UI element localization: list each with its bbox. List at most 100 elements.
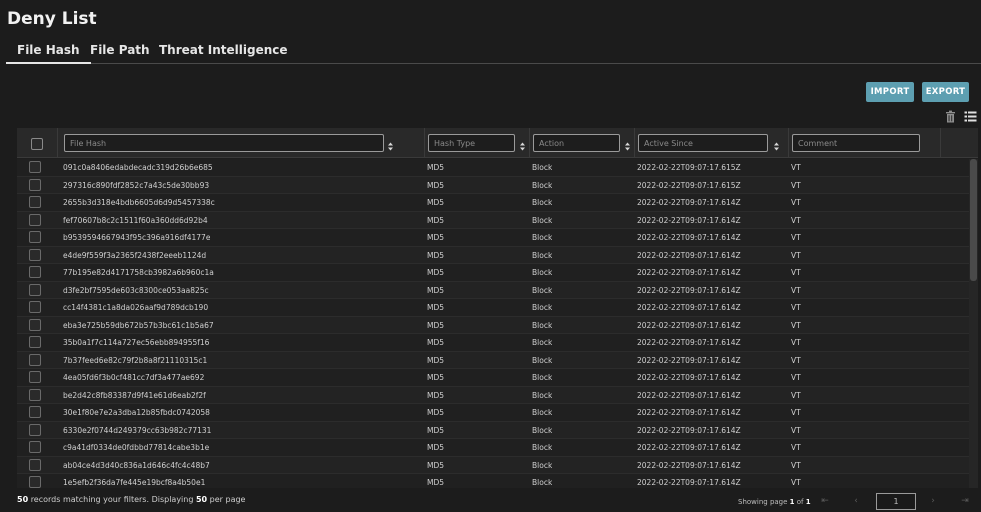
columns-list-icon[interactable] [964, 110, 977, 123]
file-hash-cell: be2d42c8fb83387d9f41e61d6eab2f2f [63, 390, 206, 400]
trash-icon[interactable] [944, 110, 957, 123]
row-checkbox[interactable] [29, 231, 41, 243]
hash-type-cell: MD5 [427, 478, 445, 487]
prev-page-icon[interactable]: ‹ [849, 494, 863, 508]
action-filter-input[interactable] [533, 134, 620, 152]
hash-type-cell: MD5 [427, 233, 445, 242]
row-checkbox[interactable] [29, 423, 41, 436]
table-row[interactable]: 091c0a8406edabdecadc319d26b6e685 MD5 Block… [17, 159, 969, 177]
table-row[interactable]: 2655b3d318e4bdb6605d6d9d5457338c MD5 Block… [17, 194, 969, 212]
active-since-cell: 2022-02-22T09:07:17.614Z [637, 320, 741, 330]
row-checkbox[interactable] [29, 458, 41, 471]
comment-cell: VT [791, 478, 801, 487]
comment-cell: VT [791, 408, 801, 417]
row-checkbox[interactable] [29, 283, 41, 296]
table-row[interactable]: 35b0a1f7c114a727ec56ebb894955f16 MD5 Block… [17, 334, 969, 352]
table-row[interactable]: 30e1f80e7e2a3dba12b85fbdc0742058 MD5 Block… [17, 404, 969, 422]
table-row[interactable]: c9a41df0334de0fdbbd77814cabe3b1e MD5 Block… [17, 439, 969, 457]
action-cell: Block [532, 198, 553, 207]
page-status: Showing page 1 of 1 [738, 498, 811, 506]
hash-type-cell: MD5 [427, 460, 445, 470]
table-row[interactable]: eba3e725b59db672b57b3bc61c1b5a67 MD5 Block… [17, 316, 969, 334]
page-number-input[interactable] [876, 493, 916, 510]
table-row[interactable]: fef70607b8c2c1511f60a360dd6d92b4 MD5 Block… [17, 211, 969, 229]
active-since-cell: 2022-02-22T09:07:17.614Z [637, 390, 741, 400]
table-row[interactable]: ab04ce4d3d40c836a1d646c4fc4c48b7 MD5 Block… [17, 456, 969, 474]
next-page-icon[interactable]: › [926, 494, 940, 508]
active-since-filter-input[interactable] [638, 134, 768, 152]
comment-cell: VT [791, 268, 801, 277]
table-row[interactable]: 6330e2f0744d249379cc63b982c77131 MD5 Block… [17, 421, 969, 439]
comment-cell: VT [791, 338, 801, 347]
file-hash-filter-input[interactable] [64, 134, 384, 152]
comment-cell: VT [791, 215, 801, 225]
row-checkbox[interactable] [29, 161, 41, 173]
row-checkbox[interactable] [29, 476, 41, 488]
sort-icon[interactable] [388, 142, 393, 151]
page-title: Deny List [7, 9, 97, 29]
table-row[interactable]: 77b195e82d4171758cb3982a6b960c1a MD5 Block… [17, 264, 969, 282]
row-checkbox[interactable] [29, 318, 41, 331]
hash-type-cell: MD5 [427, 355, 445, 365]
hash-type-cell: MD5 [427, 303, 445, 312]
row-checkbox[interactable] [29, 178, 41, 191]
row-checkbox[interactable] [29, 213, 41, 226]
row-checkbox[interactable] [29, 353, 41, 366]
sort-icon[interactable] [625, 142, 630, 151]
last-page-icon[interactable]: ⇥ [958, 494, 972, 508]
import-button[interactable]: IMPORT [866, 82, 914, 102]
table-row[interactable]: 7b37feed6e82c79f2b8a8f21110315c1 MD5 Block… [17, 351, 969, 369]
hash-type-cell: MD5 [427, 443, 445, 452]
action-cell: Block [532, 338, 553, 347]
table-row[interactable]: 297316c890fdf2852c7a43c5de30bb93 MD5 Block… [17, 176, 969, 194]
table-scrollbar[interactable] [969, 159, 978, 488]
table-row[interactable]: be2d42c8fb83387d9f41e61d6eab2f2f MD5 Block… [17, 386, 969, 404]
row-checkbox[interactable] [29, 441, 41, 453]
row-checkbox[interactable] [29, 248, 41, 261]
column-divider [634, 128, 635, 158]
table-row[interactable]: e4de9f559f3a2365f2438f2eeeb1124d MD5 Block… [17, 246, 969, 264]
action-cell: Block [532, 355, 553, 365]
hash-type-cell: MD5 [427, 320, 445, 330]
file-hash-cell: 091c0a8406edabdecadc319d26b6e685 [63, 163, 213, 172]
hash-type-cell: MD5 [427, 198, 445, 207]
tab-threat-intelligence[interactable]: Threat Intelligence [159, 40, 288, 64]
row-checkbox[interactable] [29, 336, 41, 348]
scrollbar-thumb[interactable] [970, 159, 977, 281]
table-row[interactable]: d3fe2bf7595de603c8300ce053aa825c MD5 Block… [17, 281, 969, 299]
row-checkbox[interactable] [29, 196, 41, 208]
column-divider [788, 128, 789, 158]
first-page-icon[interactable]: ⇤ [818, 494, 832, 508]
comment-cell: VT [791, 198, 801, 207]
comment-cell: VT [791, 285, 801, 295]
hash-type-filter-input[interactable] [428, 134, 515, 152]
file-hash-cell: 6330e2f0744d249379cc63b982c77131 [63, 425, 212, 435]
tab-divider [6, 63, 981, 64]
row-checkbox[interactable] [29, 388, 41, 401]
row-checkbox[interactable] [29, 406, 41, 418]
file-hash-cell: 297316c890fdf2852c7a43c5de30bb93 [63, 180, 210, 190]
per-page-text: per page [209, 495, 246, 504]
row-checkbox[interactable] [29, 371, 41, 383]
active-since-cell: 2022-02-22T09:07:17.614Z [637, 478, 741, 487]
deny-list-table: 091c0a8406edabdecadc319d26b6e685 MD5 Block… [17, 128, 978, 488]
table-row[interactable]: 4ea05fd6f3b0cf481cc7df3a477ae692 MD5 Block… [17, 369, 969, 387]
tab-file-hash[interactable]: File Hash [6, 40, 91, 64]
tab-bar: File Hash File Path Threat Intelligence [6, 40, 981, 64]
hash-type-cell: MD5 [427, 373, 445, 382]
action-cell: Block [532, 390, 553, 400]
export-button[interactable]: EXPORT [922, 82, 969, 102]
table-row[interactable]: 1e5efb2f36da7fe445e19bcf8a4b50e1 MD5 Block… [17, 474, 969, 488]
sort-icon[interactable] [520, 142, 525, 151]
row-checkbox[interactable] [29, 266, 41, 278]
row-checkbox[interactable] [29, 301, 41, 313]
action-cell: Block [532, 233, 553, 242]
comment-filter-input[interactable] [792, 134, 920, 152]
table-row[interactable]: b9539594667943f95c396a916df4177e MD5 Block… [17, 229, 969, 247]
table-row[interactable]: cc14f4381c1a8da026aaf9d789dcb190 MD5 Block… [17, 299, 969, 317]
select-all-checkbox[interactable] [31, 138, 43, 150]
comment-cell: VT [791, 250, 801, 260]
sort-icon[interactable] [774, 142, 779, 151]
hash-type-cell: MD5 [427, 180, 445, 190]
tab-file-path[interactable]: File Path [90, 40, 150, 64]
